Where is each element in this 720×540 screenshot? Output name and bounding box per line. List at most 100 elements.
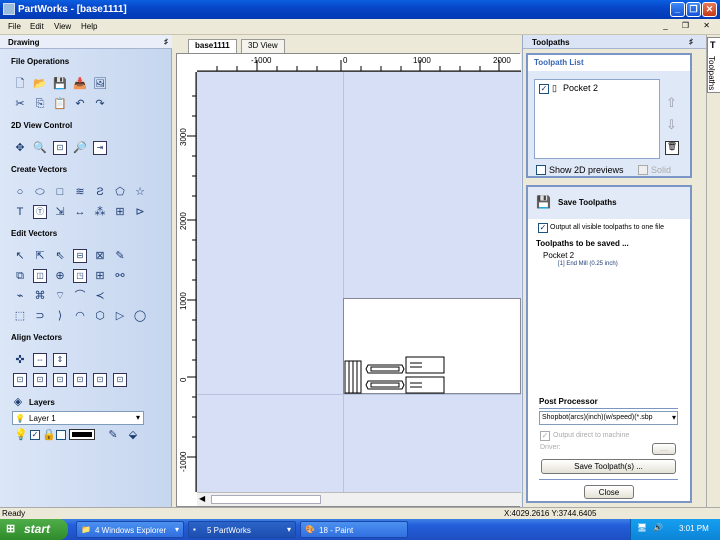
import-bitmap-icon[interactable]: 🖼 — [93, 77, 107, 91]
curve-icon[interactable]: Ƨ — [93, 185, 107, 199]
trace-bitmap-icon[interactable]: ⊞ — [113, 205, 127, 219]
solid-checkbox[interactable] — [638, 165, 648, 175]
save-toolpaths-button[interactable]: Save Toolpath(s) ... — [541, 459, 676, 474]
open-file-icon[interactable]: 📂 — [33, 77, 47, 91]
drawing-canvas[interactable] — [197, 72, 521, 492]
align-center-icon[interactable]: ✜ — [13, 353, 27, 367]
view-material-icon[interactable]: ⇥ — [93, 141, 107, 155]
polyline-icon[interactable]: ≋ — [73, 185, 87, 199]
move-down-icon[interactable]: ⇩ — [666, 117, 677, 133]
menu-help[interactable]: Help — [81, 22, 97, 31]
bracket-icon[interactable]: ⟩ — [53, 309, 67, 323]
output-all-checkbox[interactable]: ✓ — [538, 223, 548, 233]
delete-toolpath-icon[interactable]: 🗑 — [665, 141, 679, 155]
clock[interactable]: 3:01 PM — [679, 524, 709, 533]
task-partworks[interactable]: ▪ 5 PartWorks ▾ — [188, 521, 296, 538]
list-item[interactable]: ✓ ▯ Pocket 2 — [537, 83, 655, 95]
trim-icon[interactable]: ⌘ — [33, 289, 47, 303]
fit-curve-icon[interactable]: ⊳ — [133, 205, 147, 219]
title-bar[interactable]: PartWorks - [base1111] _ ❐ ✕ — [0, 0, 720, 19]
driver-browse-button[interactable]: ... — [652, 443, 676, 455]
network-icon[interactable]: 🖥 — [637, 523, 647, 532]
intersect-icon[interactable]: ⊕ — [53, 269, 67, 283]
scroll-left-arrow-icon[interactable]: ◀ — [199, 494, 205, 503]
pin-icon[interactable]: ♯ — [164, 37, 168, 46]
material-area[interactable] — [343, 298, 521, 394]
zoom-selection-icon[interactable]: 🔎 — [73, 141, 87, 155]
paste-icon[interactable]: 📋 — [53, 97, 67, 111]
layer-manager-icon[interactable]: ⬙ — [126, 428, 140, 442]
arc-icon[interactable]: ◠ — [73, 309, 87, 323]
close-panel-button[interactable]: Close — [584, 485, 634, 499]
redo-icon[interactable]: ↷ — [93, 97, 107, 111]
adjust-text-icon[interactable]: ⇲ — [53, 205, 67, 219]
rectangle-icon[interactable]: □ — [53, 185, 67, 199]
new-file-icon[interactable]: 🗋 — [13, 77, 27, 91]
save-file-icon[interactable]: 💾 — [53, 77, 67, 91]
task-paint[interactable]: 🎨 18 - Paint — [300, 521, 408, 538]
text-icon[interactable]: T — [13, 205, 27, 219]
volume-icon[interactable]: 🔊 — [653, 523, 663, 532]
align-vertical-center-icon[interactable]: ⇕ — [53, 353, 67, 367]
layer-lock-icon[interactable]: 🔒 — [42, 428, 56, 442]
output-direct-checkbox[interactable]: ✓ — [540, 431, 550, 441]
tab-3d-view[interactable]: 3D View — [241, 39, 285, 53]
move-up-icon[interactable]: ⇧ — [666, 95, 677, 111]
cut-icon[interactable]: ✂ — [13, 97, 27, 111]
align-top-icon[interactable]: ⊡ — [53, 373, 67, 387]
scale-icon[interactable]: ⊟ — [73, 249, 87, 263]
join-icon[interactable]: ⚯ — [113, 269, 127, 283]
layer-properties-icon[interactable]: ✎ — [106, 428, 120, 442]
layer-color-picker[interactable] — [69, 429, 95, 440]
undo-icon[interactable]: ↶ — [73, 97, 87, 111]
ungroup-icon[interactable]: ⊞ — [93, 269, 107, 283]
extend-icon[interactable]: ⌔ — [53, 289, 67, 303]
toolpath-visible-checkbox[interactable]: ✓ — [539, 84, 549, 94]
zoom-icon[interactable]: 🔍 — [33, 141, 47, 155]
restore-button[interactable]: ❐ — [686, 2, 701, 17]
polygon-icon[interactable]: ⬠ — [113, 185, 127, 199]
align-left-icon[interactable]: ⊡ — [13, 373, 27, 387]
layer-visibility-icon[interactable]: 💡 — [14, 428, 28, 442]
node-edit-icon[interactable]: ⇱ — [33, 249, 47, 263]
close-button[interactable]: ✕ — [702, 2, 717, 17]
scroll-thumb[interactable] — [211, 495, 321, 504]
shape-icon[interactable]: ⬡ — [93, 309, 107, 323]
select-icon[interactable]: ↖ — [13, 249, 27, 263]
circle-icon[interactable]: ○ — [13, 185, 27, 199]
import-vectors-icon[interactable]: 📥 — [73, 77, 87, 91]
group-icon[interactable]: ◳ — [73, 269, 87, 283]
task-windows-explorer[interactable]: 📁 4 Windows Explorer ▾ — [76, 521, 184, 538]
toolpath-list[interactable]: ✓ ▯ Pocket 2 — [534, 79, 660, 159]
post-processor-select[interactable]: Shopbot(arcs)(inch)(w/speed)(*.sbp ▾ — [539, 411, 678, 425]
zoom-extents-icon[interactable]: ⊡ — [53, 141, 67, 155]
chamfer-icon[interactable]: ≺ — [93, 289, 107, 303]
ellipse-icon[interactable]: ⬭ — [33, 185, 47, 199]
layer-visible-checkbox[interactable]: ✓ — [30, 430, 40, 440]
weld-icon[interactable]: ⧉ — [13, 269, 27, 283]
subtract-icon[interactable]: ◫ — [33, 269, 47, 283]
star-icon[interactable]: ☆ — [133, 185, 147, 199]
text-on-curve-icon[interactable]: Ⓣ — [33, 205, 47, 219]
align-horizontal-center-icon[interactable]: ⇔ — [33, 353, 47, 367]
close-shape-icon[interactable]: ◯ — [133, 309, 147, 323]
menu-edit[interactable]: Edit — [30, 22, 44, 31]
measure-icon[interactable]: ✎ — [113, 249, 127, 263]
show-2d-previews-checkbox[interactable] — [536, 165, 546, 175]
align-right-icon[interactable]: ⊡ — [33, 373, 47, 387]
horizontal-scrollbar[interactable]: ◀ — [197, 492, 521, 506]
mirror-icon[interactable]: ⊃ — [33, 309, 47, 323]
offset-icon[interactable]: ⌁ — [13, 289, 27, 303]
tab-base1111[interactable]: base1111 — [188, 39, 237, 53]
copy-icon[interactable]: ⎘ — [33, 97, 47, 111]
rounded-shape-icon[interactable]: ▷ — [113, 309, 127, 323]
space-vertical-icon[interactable]: ⊡ — [113, 373, 127, 387]
nest-icon[interactable]: ⬚ — [13, 309, 27, 323]
transform-icon[interactable]: ⇖ — [53, 249, 67, 263]
dimension-icon[interactable]: ↔ — [73, 205, 87, 219]
vector-texture-icon[interactable]: ⁂ — [93, 205, 107, 219]
layer-select[interactable]: 💡 Layer 1 ▾ — [12, 411, 144, 425]
layer-lock-checkbox[interactable] — [56, 430, 66, 440]
mdi-window-controls[interactable]: _ ❐ ✕ — [663, 21, 716, 30]
align-bottom-icon[interactable]: ⊡ — [73, 373, 87, 387]
